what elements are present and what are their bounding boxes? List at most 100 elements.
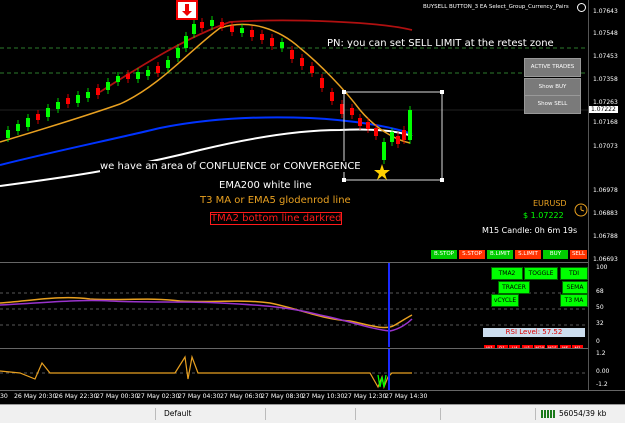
candle-body: [366, 122, 370, 129]
candle-body: [56, 102, 60, 109]
price-tick-label: 1.07168: [593, 119, 618, 126]
rect-handle[interactable]: [342, 90, 346, 94]
candle-body: [390, 132, 394, 142]
active-trades-button[interactable]: ACTIVE TRADES: [524, 58, 581, 77]
candle-body: [116, 76, 120, 82]
candle-body: [396, 136, 400, 144]
ea-title: BUYSELL BUTTON_3 EA Select_Group_Currenc…: [423, 4, 569, 10]
candle-body: [156, 66, 160, 73]
time-tick-label: 27 May 06:30: [220, 393, 263, 400]
order-button-b-stop[interactable]: B.STOP: [431, 250, 457, 259]
candle-body: [76, 95, 80, 103]
candle-body: [220, 22, 224, 27]
time-tick-label: 27 May 02:30: [137, 393, 180, 400]
rsi-tick-label: 32: [596, 320, 604, 327]
time-tick-label: 27 May 00:30: [96, 393, 139, 400]
rect-handle[interactable]: [440, 90, 444, 94]
sema-button[interactable]: SEMA: [562, 281, 588, 294]
rect-handle[interactable]: [440, 178, 444, 182]
candle-body: [176, 48, 180, 58]
smiley-icon: [577, 3, 586, 12]
candle-body: [126, 74, 130, 79]
connection-icon: [541, 410, 555, 418]
current-price-marker: 1.07222: [589, 106, 618, 113]
time-tick-label: 27 May 10:30: [302, 393, 345, 400]
candle-body: [210, 20, 214, 26]
traffic-readout: 56054/39 kb: [559, 409, 607, 418]
tma2-note: TMA2 bottom line darkred: [210, 212, 343, 225]
candle-body: [358, 118, 362, 126]
candle-body: [340, 104, 344, 114]
candle-body: [374, 128, 378, 136]
rsi-level-readout: RSI Level: 57.52: [483, 328, 585, 337]
candle-body: [16, 124, 20, 131]
time-tick-label: 27 May 04:30: [178, 393, 221, 400]
rsi-tick-label: 100: [596, 264, 608, 271]
order-button-buy[interactable]: BUY: [543, 250, 568, 259]
price-tick-label: 1.07453: [593, 53, 618, 60]
order-button-s-stop[interactable]: S.STOP: [459, 250, 485, 259]
candle-body: [402, 130, 406, 140]
tdi-button[interactable]: TDI: [560, 267, 588, 280]
osc-tick-label: 0.00: [596, 368, 610, 375]
t3ma-button[interactable]: T3 MA: [560, 294, 588, 307]
candle-body: [240, 28, 244, 33]
rsi-tick-label: 50: [596, 304, 604, 311]
rsi-tick-label: 68: [596, 288, 604, 295]
time-tick-label: 26 May 22:30: [55, 393, 98, 400]
tracer-button[interactable]: TRACER: [498, 281, 530, 294]
candle-body: [408, 110, 412, 140]
candle-body: [66, 98, 70, 104]
candle-body: [250, 30, 254, 37]
candle-body: [290, 50, 294, 59]
rsi-tick-label: 0: [596, 338, 600, 345]
candle-body: [192, 24, 196, 34]
candle-body: [46, 108, 50, 117]
order-button-s-limit[interactable]: S.LIMIT: [515, 250, 541, 259]
statusbar: Default 56054/39 kb: [0, 404, 625, 423]
main-chart[interactable]: BUYSELL BUTTON_3 EA Select_Group_Currenc…: [0, 0, 588, 260]
time-tick-label: 26 May 20:30: [14, 393, 57, 400]
candle-body: [310, 66, 314, 73]
blue-ma-line: [0, 116, 413, 166]
rsi-panel[interactable]: TMA2 TOGGLE TDI TRACER SEMA vCYCLE T3 MA…: [0, 262, 588, 347]
rsi-axis: 100 68 50 32 0: [592, 262, 625, 346]
candle-body: [36, 114, 40, 120]
ema200-line: [0, 128, 413, 187]
toggle-button[interactable]: TOGGLE: [524, 267, 558, 280]
rect-handle[interactable]: [342, 178, 346, 182]
order-button-b-limit[interactable]: B.LIMIT: [487, 250, 513, 259]
price-tick-label: 1.07358: [593, 76, 618, 83]
price-tick-label: 1.06788: [593, 233, 618, 240]
candle-body: [260, 34, 264, 40]
oscillator-panel[interactable]: [0, 348, 588, 391]
sell-arrow-marker[interactable]: [176, 0, 198, 20]
symbol-price: $ 1.07222: [523, 211, 564, 220]
symbol-name: EURUSD: [533, 199, 567, 208]
tma2-button[interactable]: TMA2: [491, 267, 523, 280]
signal-line: [0, 299, 413, 332]
order-button-sell[interactable]: SELL: [570, 250, 587, 259]
candle-body: [26, 118, 30, 127]
time-tick-label: 27 May 12:30: [344, 393, 387, 400]
candle-body: [280, 42, 284, 48]
candle-body: [300, 58, 304, 66]
confluence-note: we have an area of CONFLUENCE or CONVERG…: [100, 161, 361, 172]
candle-body: [184, 36, 188, 48]
candle-body: [230, 26, 234, 32]
profile-name[interactable]: Default: [164, 407, 191, 420]
price-tick-label: 1.07643: [593, 8, 618, 15]
candle-body: [86, 92, 90, 98]
vcycle-button[interactable]: vCYCLE: [491, 294, 519, 307]
price-tick-label: 1.07548: [593, 30, 618, 37]
candle-body: [106, 82, 110, 90]
candle-body: [146, 70, 150, 76]
time-tick-label: 27 May 08:30: [261, 393, 304, 400]
candle-body: [270, 38, 274, 46]
price-tick-label: 1.07073: [593, 143, 618, 150]
show-sell-button[interactable]: Show SELL: [524, 95, 581, 114]
time-axis: 30 26 May 20:30 26 May 22:30 27 May 00:30 27…: [0, 390, 625, 405]
candle-timer: M15 Candle: 0h 6m 19s: [482, 226, 578, 235]
price-tick-label: 1.06978: [593, 187, 618, 194]
star-icon: [374, 164, 390, 180]
